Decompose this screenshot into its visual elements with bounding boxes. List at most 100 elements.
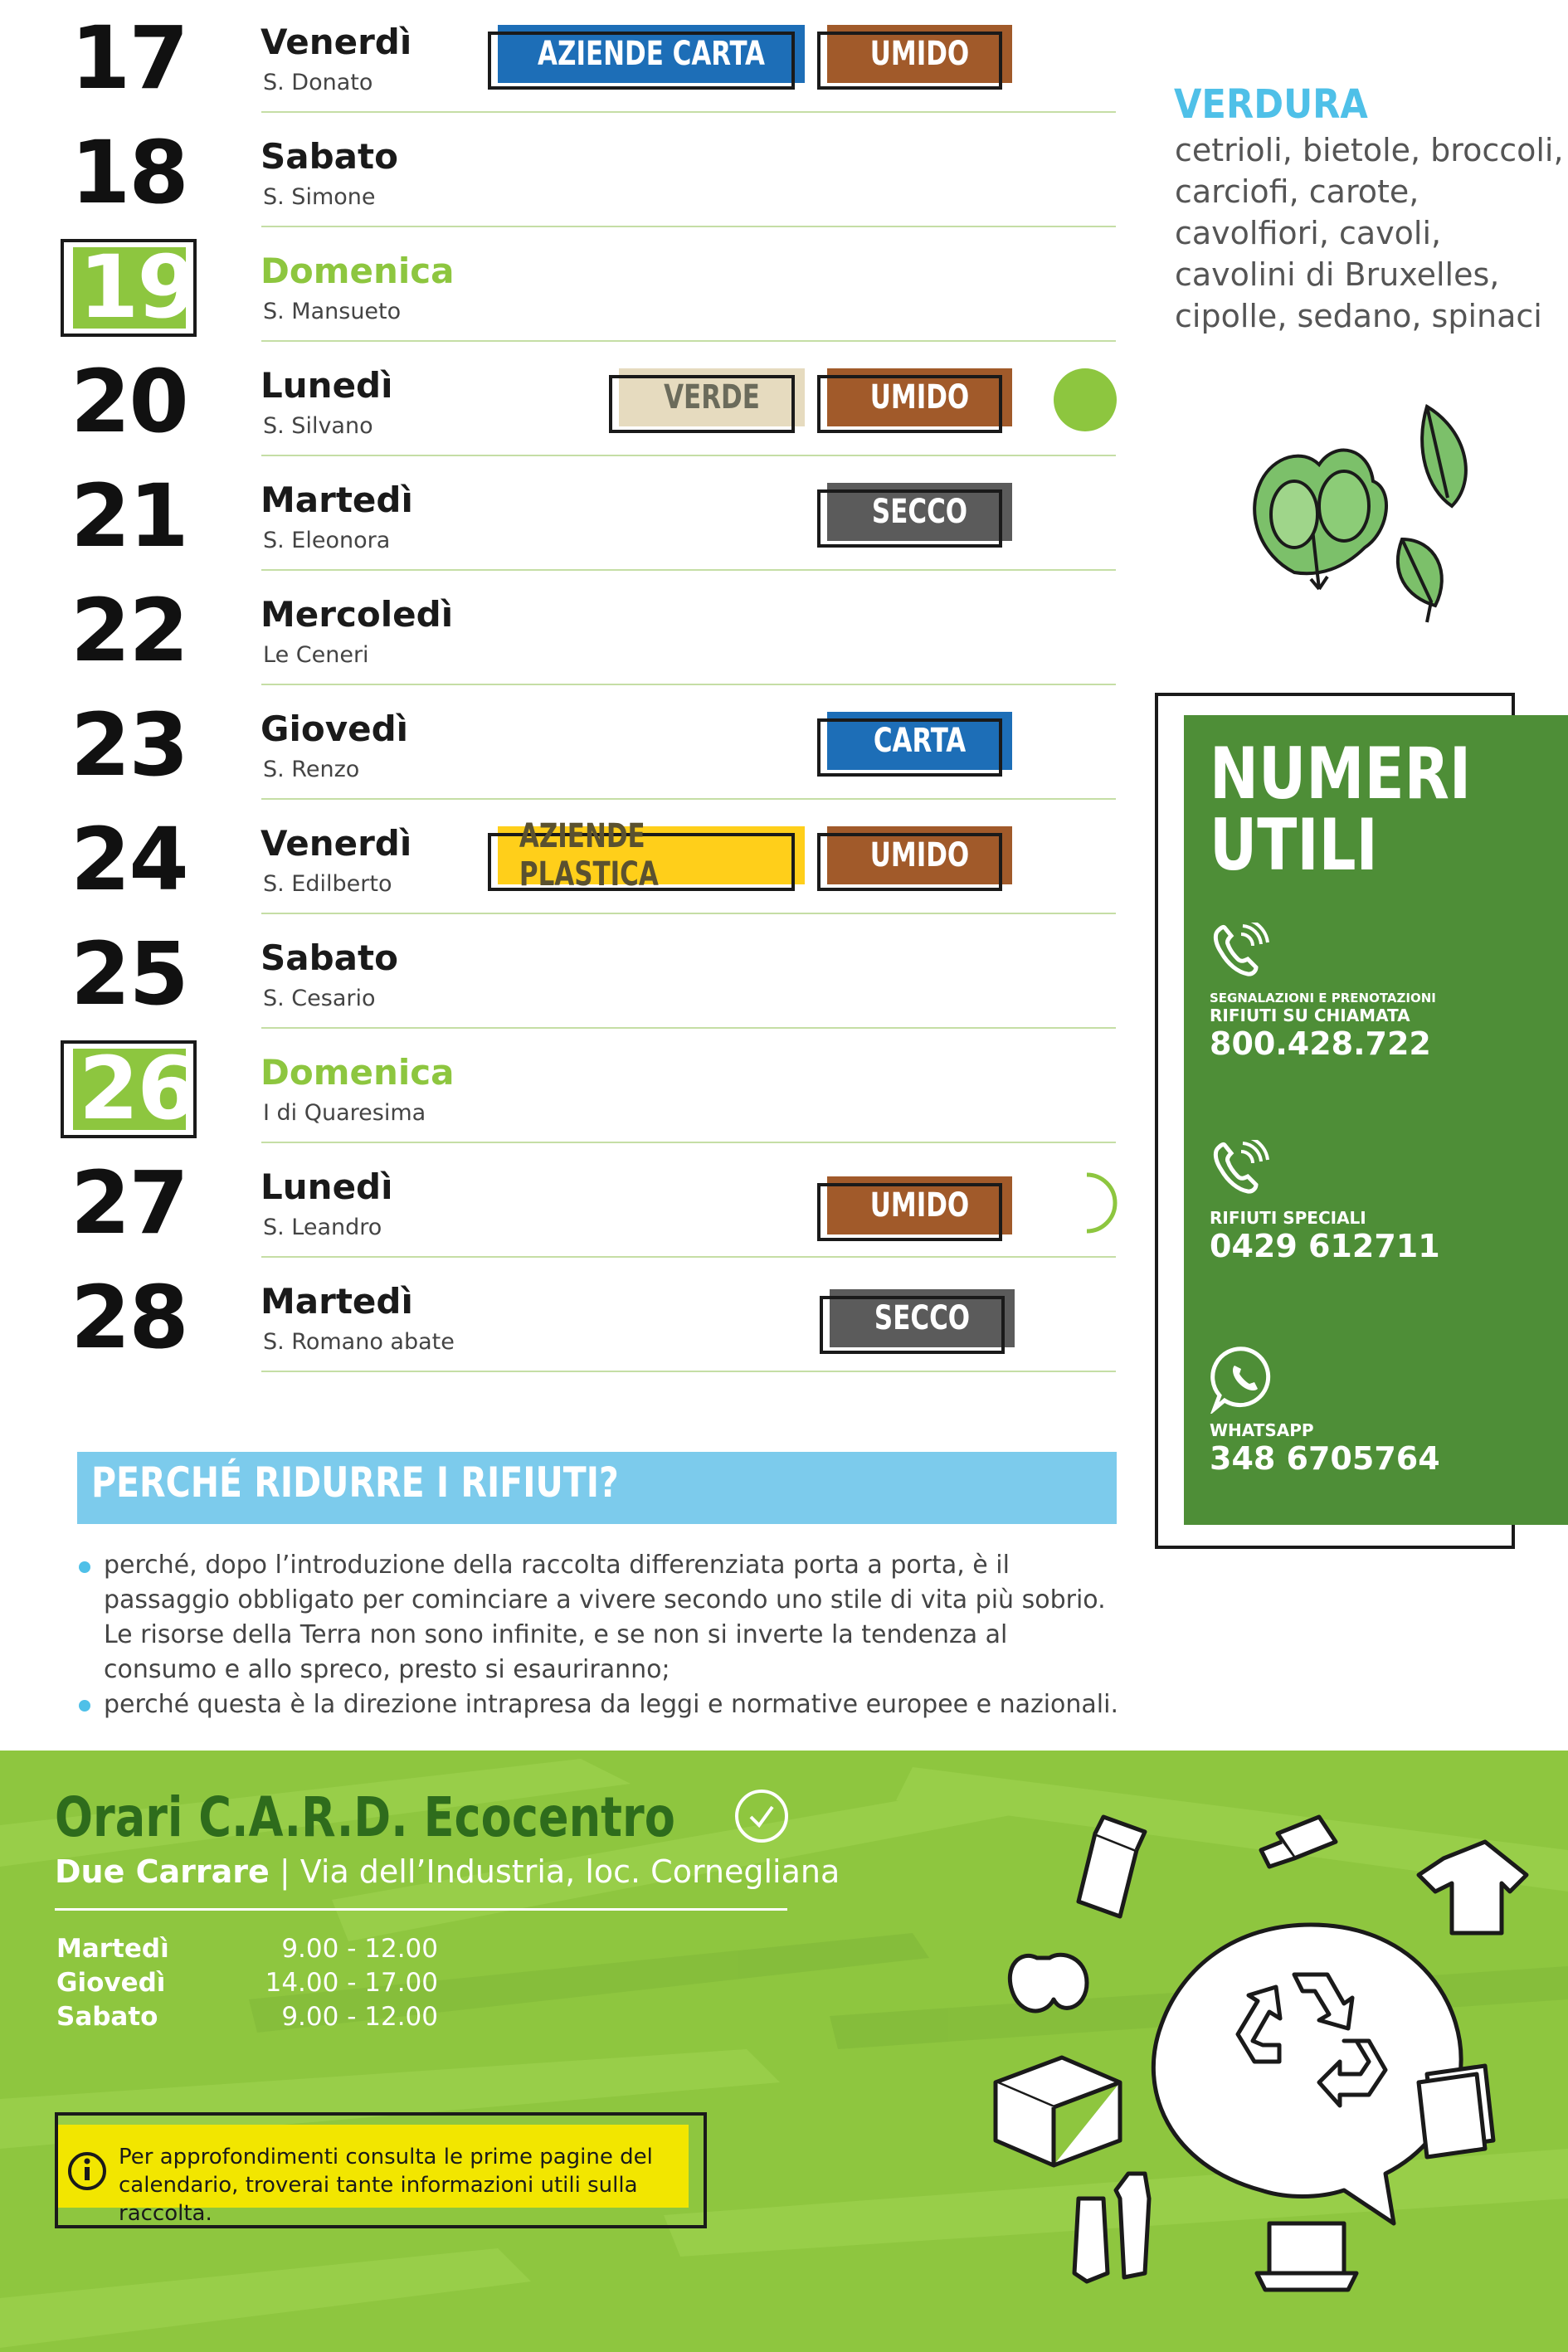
title-line-1: NUMERI [1210, 733, 1472, 816]
day-name: Martedì [261, 480, 413, 520]
saint-name: S. Eleonora [263, 528, 391, 553]
row-divider [261, 1142, 1116, 1143]
phone-icon [1213, 1140, 1269, 1194]
saint-name: S. Cesario [263, 986, 376, 1011]
schedule-day: Sabato [56, 2002, 158, 2032]
saint-name: S. Donato [263, 70, 373, 95]
location-address: | Via dell’Industria, loc. Cornegliana [269, 1853, 840, 1890]
phone-icon [1213, 923, 1269, 976]
schedule-day: Giovedì [56, 1968, 166, 1998]
day-number: 17 [71, 7, 189, 109]
day-name: Sabato [261, 937, 398, 978]
saint-name: I di Quaresima [263, 1100, 426, 1126]
day-name: Sabato [261, 136, 398, 177]
phone-number[interactable]: 0429 612711 [1210, 1228, 1440, 1264]
day-number: 18 [71, 122, 189, 223]
day-number: 19 [79, 236, 197, 338]
tag-aziende-plastica: AZIENDE PLASTICA [488, 817, 805, 894]
calendar-row: 24 Venerdì S. Edilberto AZIENDE PLASTICA… [0, 801, 1128, 916]
orari-divider [55, 1908, 787, 1911]
row-divider [261, 1256, 1116, 1258]
tag-label: SECCO [871, 493, 968, 531]
day-name: Lunedì [261, 1166, 393, 1207]
ecocentro-title: Orari C.A.R.D. Ecocentro [55, 1785, 675, 1849]
verdura-text: cetrioli, bietole, broccoli, carciofi, c… [1175, 132, 1564, 334]
saint-name: S. Renzo [263, 757, 360, 782]
bullet-icon [79, 1561, 90, 1573]
tag-verde: VERDE [609, 368, 805, 433]
row-divider [261, 226, 1116, 227]
calendar-row: 22 Mercoledì Le Ceneri [0, 572, 1128, 687]
bullet-icon [79, 1700, 90, 1712]
day-number: 20 [71, 351, 189, 452]
crescent-moon-icon [1086, 1172, 1118, 1234]
saint-name: S. Mansueto [263, 299, 402, 324]
info-text: Per approfondimenti consulta le prime pa… [119, 2143, 699, 2228]
day-name: Venerdì [261, 823, 412, 864]
tag-umido: UMIDO [817, 25, 1012, 90]
saint-name: S. Edilberto [263, 871, 392, 897]
tag-umido: UMIDO [817, 1176, 1012, 1241]
saint-name: S. Leandro [263, 1215, 382, 1240]
perche-item: perché, dopo l’introduzione della raccol… [104, 1551, 1106, 1684]
numeri-utili-title: NUMERI UTILI [1210, 738, 1471, 881]
calendar-row: 23 Giovedì S. Renzo CARTA [0, 687, 1128, 801]
saint-name: S. Romano abate [263, 1329, 455, 1355]
day-number: 27 [71, 1152, 189, 1254]
tag-umido: UMIDO [817, 826, 1012, 891]
calendar-row: 20 Lunedì S. Silvano VERDE UMIDO [0, 343, 1128, 458]
perche-title: PERCHÉ RIDURRE I RIFIUTI? [91, 1458, 619, 1507]
clock-icon [735, 1790, 788, 1843]
info-icon [68, 2152, 106, 2190]
tag-umido: UMIDO [817, 368, 1012, 433]
tag-secco: SECCO [817, 483, 1012, 548]
recycling-illustration [993, 1814, 1529, 2292]
nu-label: RIFIUTI SU CHIAMATA [1210, 1006, 1410, 1025]
whatsapp-icon [1210, 1346, 1271, 1414]
day-number: 24 [71, 809, 189, 910]
tag-secco: SECCO [820, 1289, 1015, 1354]
row-divider [261, 1371, 1116, 1372]
tag-label: AZIENDE CARTA [538, 35, 765, 73]
tag-label: UMIDO [869, 35, 970, 73]
nu-label: RIFIUTI SPECIALI [1210, 1208, 1366, 1228]
ecocentro-location: Due Carrare | Via dell’Industria, loc. C… [55, 1853, 840, 1890]
nu-label: WHATSAPP [1210, 1420, 1314, 1440]
row-divider [261, 1027, 1116, 1029]
tag-aziende-carta: AZIENDE CARTA [488, 25, 805, 90]
nu-small-label: SEGNALAZIONI E PRENOTAZIONI [1210, 991, 1436, 1006]
calendar-row-sunday: 19 Domenica S. Mansueto [0, 229, 1128, 343]
full-moon-icon [1054, 368, 1117, 431]
verdura-title: VERDURA [1174, 81, 1368, 128]
calendar-row: 21 Martedì S. Eleonora SECCO [0, 458, 1128, 572]
row-divider [261, 569, 1116, 571]
calendar-row-sunday: 26 Domenica I di Quaresima [0, 1030, 1128, 1145]
row-divider [261, 340, 1116, 342]
saint-name: Le Ceneri [263, 642, 369, 668]
day-number: 28 [71, 1267, 189, 1368]
phone-number[interactable]: 348 6705764 [1210, 1440, 1440, 1477]
tag-label: UMIDO [869, 836, 970, 874]
saint-name: S. Simone [263, 184, 376, 210]
location-city: Due Carrare [55, 1853, 270, 1890]
schedule-time: 9.00 - 12.00 [281, 1934, 438, 1964]
schedule-time: 14.00 - 17.00 [265, 1968, 438, 1998]
phone-number[interactable]: 800.428.722 [1210, 1025, 1431, 1062]
day-number: 23 [71, 694, 189, 796]
tag-label: SECCO [874, 1299, 971, 1337]
row-divider [261, 798, 1116, 800]
day-number: 21 [71, 465, 189, 567]
tag-label: UMIDO [869, 378, 970, 416]
title-line-2: UTILI [1210, 804, 1378, 887]
tag-label: CARTA [873, 722, 967, 760]
day-name: Giovedì [261, 709, 409, 749]
day-name: Martedì [261, 1281, 413, 1322]
row-divider [261, 684, 1116, 685]
tag-label: VERDE [664, 378, 760, 416]
day-name: Mercoledì [261, 594, 454, 635]
day-number: 25 [71, 923, 189, 1025]
row-divider [261, 455, 1116, 456]
day-name: Domenica [261, 251, 455, 291]
saint-name: S. Silvano [263, 413, 373, 439]
calendar-row: 27 Lunedì S. Leandro UMIDO [0, 1145, 1128, 1259]
